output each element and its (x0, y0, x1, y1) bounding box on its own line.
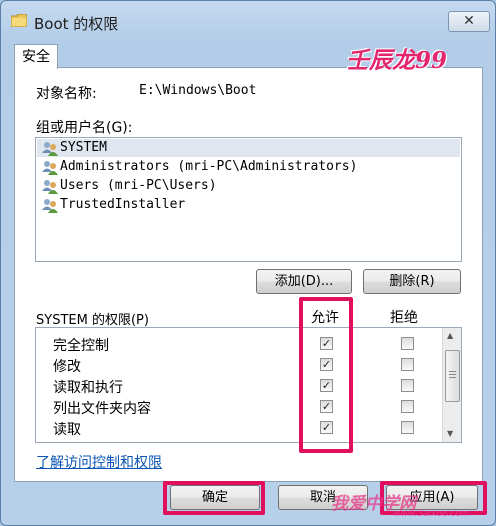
user-name: Users (mri-PC\Users) (60, 178, 217, 193)
remove-button[interactable]: 删除(R) (363, 269, 461, 294)
list-item[interactable]: Users (mri-PC\Users) (37, 177, 460, 195)
watermark-text: 壬辰龙99 (346, 47, 448, 74)
permission-row: 列出文件夹内容 ✓ (36, 396, 441, 417)
deny-checkbox[interactable] (401, 379, 414, 392)
allow-checkbox[interactable]: ✓ (320, 379, 333, 392)
permission-name: 读取和执行 (53, 380, 123, 396)
user-group-icon (42, 180, 58, 194)
permissions-list: 完全控制 ✓ 修改 ✓ 读取和执行 ✓ 列出文件夹内容 ✓ 读取 ✓ 写入 ✓ (35, 327, 462, 443)
groups-list[interactable]: SYSTEM Administrators (mri-PC\Administra… (35, 137, 462, 262)
list-item[interactable]: TrustedInstaller (37, 196, 460, 214)
permission-name: 写入 (53, 440, 81, 442)
permissions-dialog: Boot 的权限 ✕ 安全 壬辰龙99 对象名称: E:\Windows\Boo… (0, 0, 496, 526)
tab-security[interactable]: 安全 (14, 44, 58, 69)
permission-name: 完全控制 (53, 338, 109, 354)
groups-label: 组或用户名(G): (36, 120, 133, 136)
learn-more-link[interactable]: 了解访问控制和权限 (36, 452, 162, 472)
permissions-label: SYSTEM 的权限(P) (36, 313, 149, 328)
object-name-value: E:\Windows\Boot (139, 83, 257, 98)
permission-name: 修改 (53, 359, 81, 375)
user-name: Administrators (mri-PC\Administrators) (60, 159, 358, 174)
title-bar: Boot 的权限 ✕ (1, 1, 495, 41)
deny-checkbox[interactable] (401, 442, 414, 443)
allow-checkbox[interactable]: ✓ (320, 421, 333, 434)
permission-row: 读取 ✓ (36, 417, 441, 438)
brand-url: www.5aixue.com (393, 509, 470, 519)
allow-checkbox[interactable]: ✓ (320, 337, 333, 350)
deny-checkbox[interactable] (401, 400, 414, 413)
deny-checkbox[interactable] (401, 358, 414, 371)
allow-column-header: 允许 (311, 310, 339, 326)
window-title: Boot 的权限 (34, 15, 119, 33)
permission-row: 修改 ✓ (36, 354, 441, 375)
permission-name: 读取 (53, 422, 81, 438)
object-name-label: 对象名称: (36, 86, 97, 102)
permission-row: 写入 ✓ (36, 438, 441, 443)
list-item[interactable]: Administrators (mri-PC\Administrators) (37, 158, 460, 176)
scrollbar-thumb[interactable] (445, 350, 460, 402)
list-item[interactable]: SYSTEM (37, 139, 460, 157)
close-button[interactable]: ✕ (448, 11, 490, 32)
deny-checkbox[interactable] (401, 421, 414, 434)
permissions-scrollbar[interactable]: ▲ ▼ (442, 328, 461, 442)
deny-column-header: 拒绝 (390, 310, 418, 326)
permission-row: 完全控制 ✓ (36, 333, 441, 354)
allow-checkbox[interactable]: ✓ (320, 400, 333, 413)
user-group-icon (42, 142, 58, 156)
permission-name: 列出文件夹内容 (53, 401, 151, 417)
scroll-down-icon[interactable]: ▼ (447, 429, 453, 438)
user-name: TrustedInstaller (60, 197, 186, 212)
permission-row: 读取和执行 ✓ (36, 375, 441, 396)
add-button[interactable]: 添加(D)... (256, 269, 352, 294)
user-group-icon (42, 161, 58, 175)
folder-icon (11, 14, 27, 27)
allow-checkbox[interactable]: ✓ (320, 442, 333, 443)
allow-checkbox[interactable]: ✓ (320, 358, 333, 371)
user-name: SYSTEM (60, 140, 107, 155)
ok-button[interactable]: 确定 (170, 485, 260, 510)
deny-checkbox[interactable] (401, 337, 414, 350)
scroll-up-icon[interactable]: ▲ (447, 331, 453, 340)
user-group-icon (42, 199, 58, 213)
